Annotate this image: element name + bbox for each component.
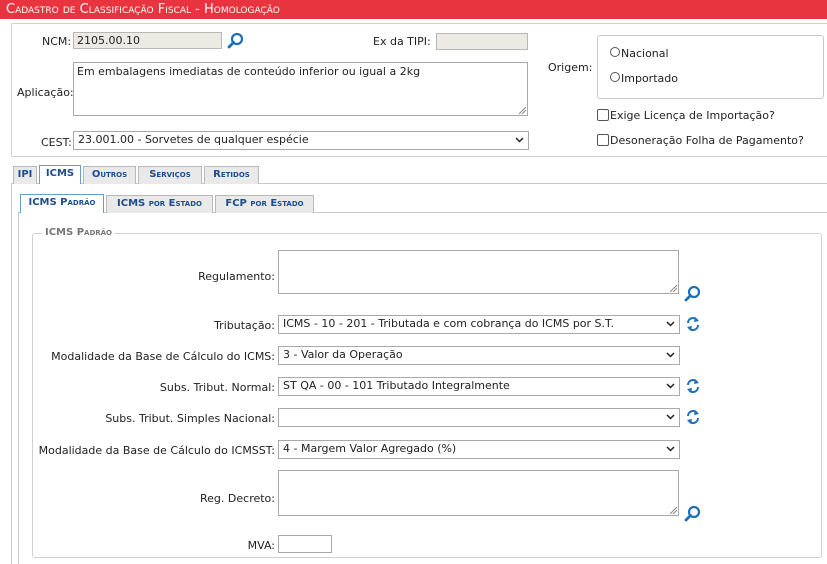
desoneracao-checkbox[interactable] bbox=[597, 134, 609, 146]
ncm-label: NCM: bbox=[42, 35, 72, 48]
subs-normal-select[interactable]: ST QA - 00 - 101 Tributado Integralmente bbox=[278, 377, 680, 396]
modalidade-bc-select[interactable]: 3 - Valor da Operação bbox=[278, 346, 680, 365]
radio-nacional[interactable] bbox=[610, 47, 620, 57]
icms-padrao-legend: ICMS Padrão bbox=[42, 227, 116, 238]
radio-importado-label: Importado bbox=[621, 72, 678, 85]
search-regulamento-icon[interactable] bbox=[684, 285, 701, 302]
chevron-down-icon bbox=[666, 414, 675, 420]
subtab-icms-por-estado[interactable]: ICMS por Estado bbox=[106, 195, 213, 213]
aplicacao-text: Em embalagens imediatas de conteúdo infe… bbox=[77, 65, 421, 78]
origem-label: Origem: bbox=[548, 61, 593, 74]
tributacao-select[interactable]: ICMS - 10 - 201 - Tributada e com cobran… bbox=[278, 315, 680, 334]
mva-field[interactable] bbox=[278, 535, 332, 553]
origem-group bbox=[597, 35, 824, 99]
refresh-subs-normal-icon[interactable] bbox=[686, 378, 700, 394]
chevron-down-icon bbox=[666, 383, 675, 389]
modalidade-bc-select-value: 3 - Valor da Operação bbox=[283, 348, 403, 361]
modalidade-bcst-select[interactable]: 4 - Margem Valor Agregado (%) bbox=[278, 440, 680, 459]
reg-decreto-textarea[interactable] bbox=[278, 470, 679, 516]
chevron-down-icon bbox=[666, 446, 675, 452]
chevron-down-icon bbox=[666, 352, 675, 358]
regulamento-label: Regulamento: bbox=[198, 270, 275, 283]
ncm-field[interactable]: 2105.00.10 bbox=[73, 32, 222, 49]
refresh-tributacao-icon[interactable] bbox=[686, 316, 700, 332]
subs-simples-select[interactable] bbox=[278, 408, 680, 427]
tab-retidos[interactable]: Retidos bbox=[204, 166, 259, 184]
desoneracao-label: Desoneração Folha de Pagamento? bbox=[610, 134, 804, 147]
tab-outros[interactable]: Outros bbox=[83, 166, 136, 184]
subs-simples-label: Subs. Tribut. Simples Nacional: bbox=[105, 412, 275, 425]
refresh-subs-simples-icon[interactable] bbox=[686, 409, 700, 425]
subtab-icms-padrao[interactable]: ICMS Padrão bbox=[20, 194, 104, 213]
subtab-fcp-por-estado[interactable]: FCP por Estado bbox=[215, 195, 314, 213]
tab-servicos[interactable]: Serviços bbox=[138, 166, 202, 184]
cest-select[interactable]: 23.001.00 - Sorvetes de qualquer espécie bbox=[73, 131, 529, 150]
search-reg-decreto-icon[interactable] bbox=[684, 505, 701, 522]
modalidade-bc-label: Modalidade da Base de Cálculo do ICMS: bbox=[51, 350, 275, 363]
exige-licenca-label: Exige Licença de Importação? bbox=[610, 109, 775, 122]
cest-select-value: 23.001.00 - Sorvetes de qualquer espécie bbox=[78, 133, 309, 146]
tab-icms[interactable]: ICMS bbox=[39, 165, 81, 184]
tributacao-label: Tributação: bbox=[214, 319, 275, 332]
chevron-down-icon bbox=[515, 137, 524, 143]
regulamento-textarea[interactable] bbox=[278, 250, 679, 294]
search-ncm-icon[interactable] bbox=[227, 32, 244, 49]
subs-normal-label: Subs. Tribut. Normal: bbox=[159, 381, 275, 394]
modalidade-bcst-select-value: 4 - Margem Valor Agregado (%) bbox=[283, 442, 457, 455]
ex-tipi-field[interactable] bbox=[436, 33, 528, 50]
exige-licenca-checkbox[interactable] bbox=[597, 109, 609, 121]
tab-ipi[interactable]: IPI bbox=[13, 166, 37, 184]
window-title: Cadastro de Classificação Fiscal - Homol… bbox=[0, 0, 827, 19]
subs-normal-select-value: ST QA - 00 - 101 Tributado Integralmente bbox=[283, 379, 510, 392]
modalidade-bcst-label: Modalidade da Base de Cálculo do ICMSST: bbox=[38, 444, 275, 457]
ex-tipi-label: Ex da TIPI: bbox=[373, 35, 431, 48]
chevron-down-icon bbox=[666, 321, 675, 327]
aplicacao-textarea[interactable]: Em embalagens imediatas de conteúdo infe… bbox=[73, 62, 528, 116]
cest-label: CEST: bbox=[41, 136, 72, 149]
radio-nacional-label: Nacional bbox=[621, 47, 669, 60]
resize-grip-icon[interactable] bbox=[519, 107, 526, 114]
mva-label: MVA: bbox=[247, 539, 275, 552]
reg-decreto-label: Reg. Decreto: bbox=[200, 492, 275, 505]
resize-grip-icon[interactable] bbox=[670, 507, 677, 514]
resize-grip-icon[interactable] bbox=[670, 285, 677, 292]
aplicacao-label: Aplicação: bbox=[17, 86, 74, 99]
tributacao-select-value: ICMS - 10 - 201 - Tributada e com cobran… bbox=[283, 317, 614, 330]
radio-importado[interactable] bbox=[610, 72, 620, 82]
